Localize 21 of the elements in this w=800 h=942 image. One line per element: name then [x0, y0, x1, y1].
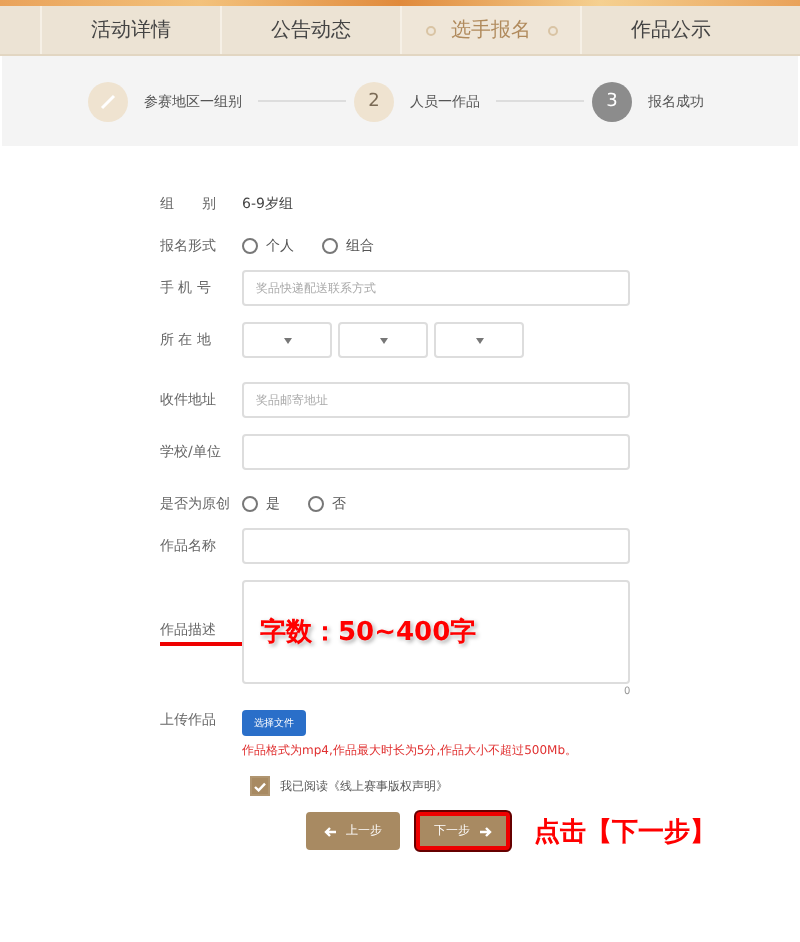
nav-tab[interactable]: 选手报名	[400, 6, 580, 54]
annotation-text: 字数：50~400字	[260, 615, 477, 650]
caret-icon	[475, 337, 483, 343]
radio-button[interactable]	[322, 238, 338, 254]
input-field[interactable]	[242, 528, 630, 564]
nav-tab[interactable]: 活动详情	[40, 6, 220, 54]
checkbox[interactable]	[250, 776, 270, 796]
nav-tab[interactable]: 作品公示	[580, 6, 760, 54]
step-circle: 2	[354, 81, 394, 121]
radio-button[interactable]	[308, 496, 324, 512]
text-area[interactable]: 字数：50~400字	[242, 580, 630, 684]
annotation-text: 点击【下一步】	[534, 815, 716, 849]
input-field[interactable]	[242, 434, 630, 470]
arrow-icon	[324, 825, 338, 837]
caret-icon	[379, 337, 387, 343]
radio-button[interactable]	[242, 496, 258, 512]
pencil-icon	[100, 93, 116, 109]
radio-button[interactable]	[242, 238, 258, 254]
arrow-icon	[478, 825, 492, 837]
step-circle: 3	[592, 81, 632, 121]
caret-icon	[283, 337, 291, 343]
